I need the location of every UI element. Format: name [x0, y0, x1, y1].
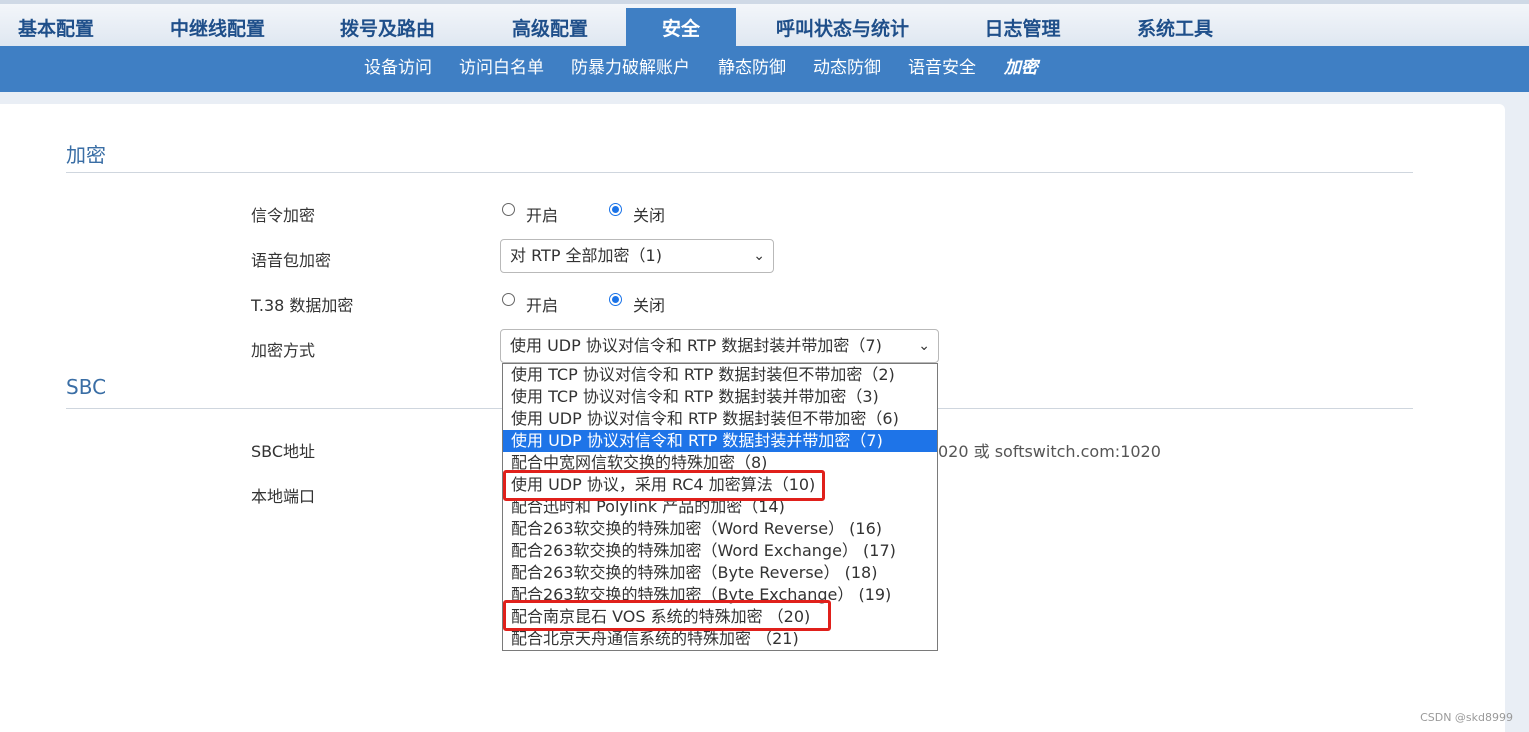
encryption-method-value: 使用 UDP 协议对信令和 RTP 数据封装并带加密（7)	[510, 336, 882, 355]
highlight-box-rc4	[503, 470, 825, 501]
dropdown-option[interactable]: 使用 UDP 协议对信令和 RTP 数据封装但不带加密（6)	[503, 408, 937, 430]
encryption-section-title: 加密	[66, 143, 106, 167]
dropdown-option[interactable]: 使用 TCP 协议对信令和 RTP 数据封装但不带加密（2)	[503, 364, 937, 386]
nav-trunk-config[interactable]: 中继线配置	[150, 8, 285, 50]
signaling-off-radio[interactable]	[609, 203, 622, 216]
voice-encryption-label: 语音包加密	[251, 251, 332, 270]
local-port-label: 本地端口	[251, 487, 316, 506]
voice-encryption-value: 对 RTP 全部加密（1)	[510, 246, 662, 265]
highlight-box-vos	[503, 600, 831, 631]
dropdown-option[interactable]: 使用 TCP 协议对信令和 RTP 数据封装并带加密（3)	[503, 386, 937, 408]
encryption-method-label: 加密方式	[251, 341, 316, 360]
t38-off-radio[interactable]	[609, 293, 622, 306]
nav-basic-config[interactable]: 基本配置	[0, 8, 112, 50]
nav-call-status[interactable]: 呼叫状态与统计	[760, 8, 925, 50]
dropdown-option[interactable]: 配合263软交换的特殊加密（Word Reverse） (16)	[503, 518, 937, 540]
t38-on-label[interactable]: 开启	[526, 292, 558, 316]
sbc-address-label: SBC地址	[251, 442, 316, 461]
subnav-voice-security[interactable]: 语音安全	[908, 46, 976, 92]
nav-security[interactable]: 安全	[626, 8, 736, 50]
subnav-anti-bruteforce[interactable]: 防暴力破解账户	[571, 46, 690, 92]
signaling-off-label[interactable]: 关闭	[633, 202, 665, 226]
subnav-encryption[interactable]: 加密	[1004, 46, 1038, 92]
sbc-address-hint: 020 或 softswitch.com:1020	[938, 442, 1161, 461]
section-divider	[66, 172, 1413, 173]
dropdown-option[interactable]: 配合北京天舟通信系统的特殊加密 （21)	[503, 628, 937, 650]
signaling-encryption-label: 信令加密	[251, 206, 316, 225]
dropdown-option[interactable]: 配合263软交换的特殊加密（Byte Reverse） (18)	[503, 562, 937, 584]
voice-encryption-select[interactable]: 对 RTP 全部加密（1) ⌄	[500, 239, 774, 273]
dropdown-option-selected[interactable]: 使用 UDP 协议对信令和 RTP 数据封装并带加密（7)	[503, 430, 937, 452]
encryption-method-select[interactable]: 使用 UDP 协议对信令和 RTP 数据封装并带加密（7) ⌄	[500, 329, 939, 363]
sbc-section-title: SBC	[66, 375, 107, 399]
signaling-on-radio[interactable]	[502, 203, 515, 216]
sub-nav: 设备访问 访问白名单 防暴力破解账户 静态防御 动态防御 语音安全 加密	[0, 46, 1529, 92]
dropdown-option[interactable]: 配合263软交换的特殊加密（Word Exchange） (17)	[503, 540, 937, 562]
nav-advanced-config[interactable]: 高级配置	[495, 8, 605, 50]
t38-off-label[interactable]: 关闭	[633, 292, 665, 316]
nav-system-tools[interactable]: 系统工具	[1120, 8, 1230, 50]
subnav-device-access[interactable]: 设备访问	[364, 46, 432, 92]
nav-log-management[interactable]: 日志管理	[965, 8, 1080, 50]
signaling-on-label[interactable]: 开启	[526, 202, 558, 226]
top-nav: 基本配置 中继线配置 拨号及路由 高级配置 安全 呼叫状态与统计 日志管理 系统…	[0, 0, 1529, 50]
chevron-down-icon: ⌄	[918, 338, 930, 354]
subnav-dynamic-defense[interactable]: 动态防御	[813, 46, 881, 92]
chevron-down-icon: ⌄	[753, 248, 765, 264]
subnav-whitelist[interactable]: 访问白名单	[459, 46, 544, 92]
t38-encryption-label: T.38 数据加密	[251, 296, 354, 315]
t38-on-radio[interactable]	[502, 293, 515, 306]
subnav-static-defense[interactable]: 静态防御	[718, 46, 786, 92]
nav-dialing-routing[interactable]: 拨号及路由	[325, 8, 450, 50]
watermark: CSDN @skd8999	[1420, 711, 1513, 724]
